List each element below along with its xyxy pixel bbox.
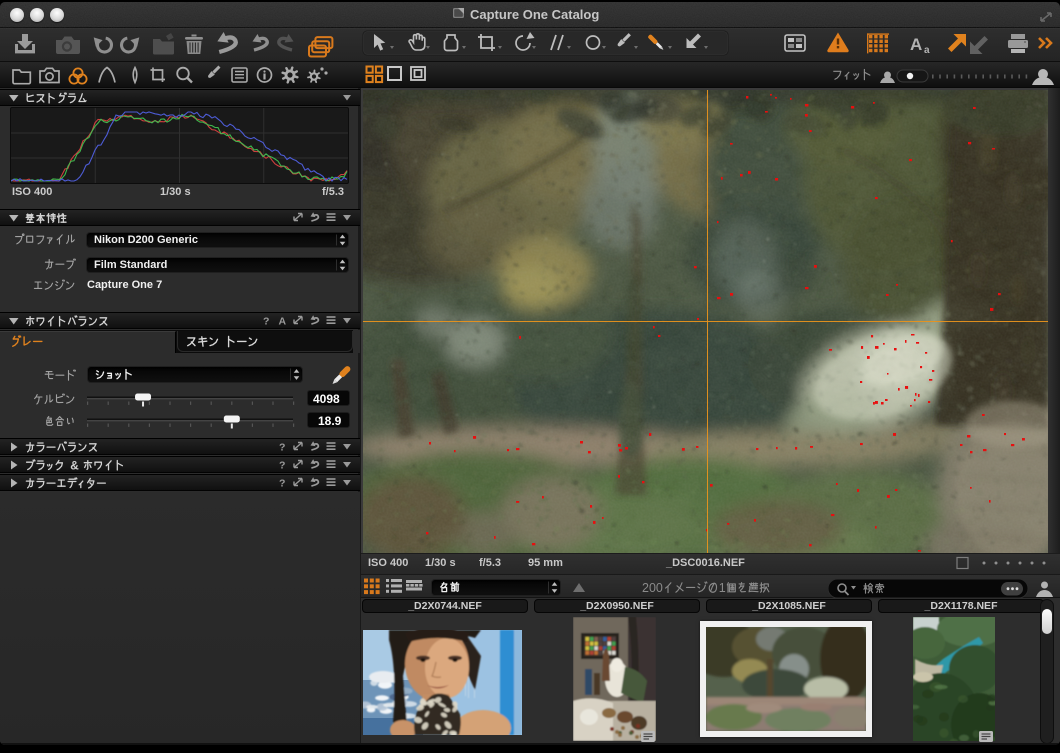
svg-text:a: a — [924, 45, 930, 56]
svg-text:&: & — [70, 458, 79, 472]
svg-text:1: 1 — [719, 581, 726, 595]
svg-text:?: ? — [279, 478, 285, 490]
svg-text:A: A — [279, 316, 287, 328]
svg-text:?: ? — [279, 460, 285, 472]
svg-text:200: 200 — [642, 581, 663, 595]
svg-text:?: ? — [263, 316, 269, 328]
svg-text:?: ? — [279, 442, 285, 454]
svg-text:A: A — [910, 35, 922, 54]
